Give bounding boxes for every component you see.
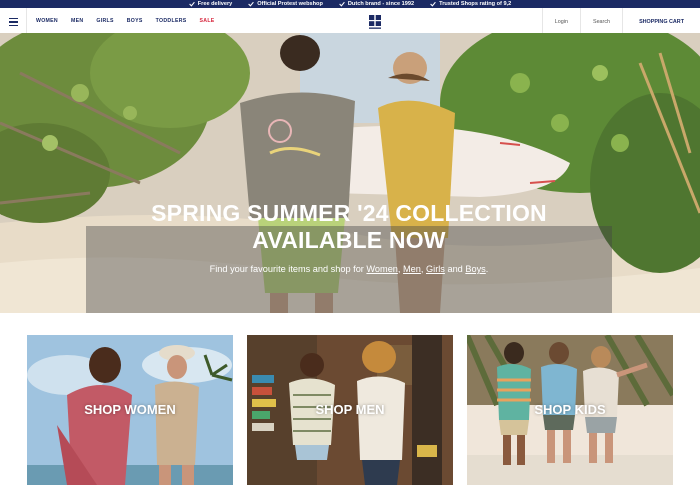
site-header: WOMEN MEN GIRLS BOYS TODDLERS SALE Login… [0, 8, 700, 36]
hero-link-girls[interactable]: Girls [426, 264, 445, 274]
nav-women[interactable]: WOMEN [36, 18, 58, 24]
search-link[interactable]: Search [579, 8, 622, 36]
hero-sep: and [444, 264, 466, 274]
check-icon [430, 1, 436, 7]
category-label[interactable]: SHOP KIDS [467, 402, 673, 417]
nav-men[interactable]: MEN [71, 18, 83, 24]
shopping-cart-link[interactable]: SHOPPING CART [622, 8, 700, 36]
nav-sale[interactable]: SALE [200, 18, 215, 24]
nav-toddlers[interactable]: TODDLERS [156, 18, 187, 24]
usp-label: Trusted Shops rating of 9,2 [439, 1, 512, 7]
hero-title-line-2: AVAILABLE NOW [252, 227, 446, 253]
hero-title-line-1: SPRING SUMMER '24 COLLECTION [151, 200, 547, 226]
usp-bar: Free delivery Official Protest webshop D… [0, 0, 700, 8]
header-divider [26, 8, 27, 36]
brand-logo[interactable] [368, 14, 382, 30]
hero-subtitle-suffix: . [485, 264, 489, 274]
nav-girls[interactable]: GIRLS [96, 18, 113, 24]
login-link[interactable]: Login [541, 8, 580, 36]
usp-item: Trusted Shops rating of 9,2 [430, 1, 511, 7]
usp-item: Free delivery [188, 1, 233, 7]
nav-boys[interactable]: BOYS [127, 18, 143, 24]
hero-title: SPRING SUMMER '24 COLLECTION AVAILABLE N… [86, 200, 612, 254]
usp-label: Dutch brand - since 1992 [347, 1, 415, 7]
category-label[interactable]: SHOP WOMEN [27, 402, 233, 417]
check-icon [188, 1, 195, 7]
hero-subtitle-prefix: Find your favourite items and shop for [209, 264, 367, 274]
category-label[interactable]: SHOP MEN [247, 402, 453, 417]
hero-link-boys[interactable]: Boys [465, 264, 485, 274]
check-icon [339, 1, 345, 7]
usp-item: Official Protest webshop [248, 1, 323, 7]
usp-item: Dutch brand - since 1992 [339, 1, 414, 7]
hero-link-women[interactable]: Women [366, 264, 398, 274]
header-actions: Login Search SHOPPING CART [541, 8, 700, 36]
hero-subtitle: Find your favourite items and shop for W… [86, 264, 612, 274]
menu-icon[interactable] [9, 18, 18, 26]
hero-link-men[interactable]: Men [403, 264, 421, 274]
category-card-women[interactable]: SHOP WOMEN [27, 335, 233, 485]
usp-label: Official Protest webshop [257, 1, 323, 7]
category-card-kids[interactable]: SHOP KIDS [467, 335, 673, 485]
check-icon [248, 1, 255, 7]
usp-label: Free delivery [197, 1, 233, 7]
category-card-men[interactable]: SHOP MEN [247, 335, 453, 485]
main-nav: WOMEN MEN GIRLS BOYS TODDLERS SALE [36, 18, 215, 24]
